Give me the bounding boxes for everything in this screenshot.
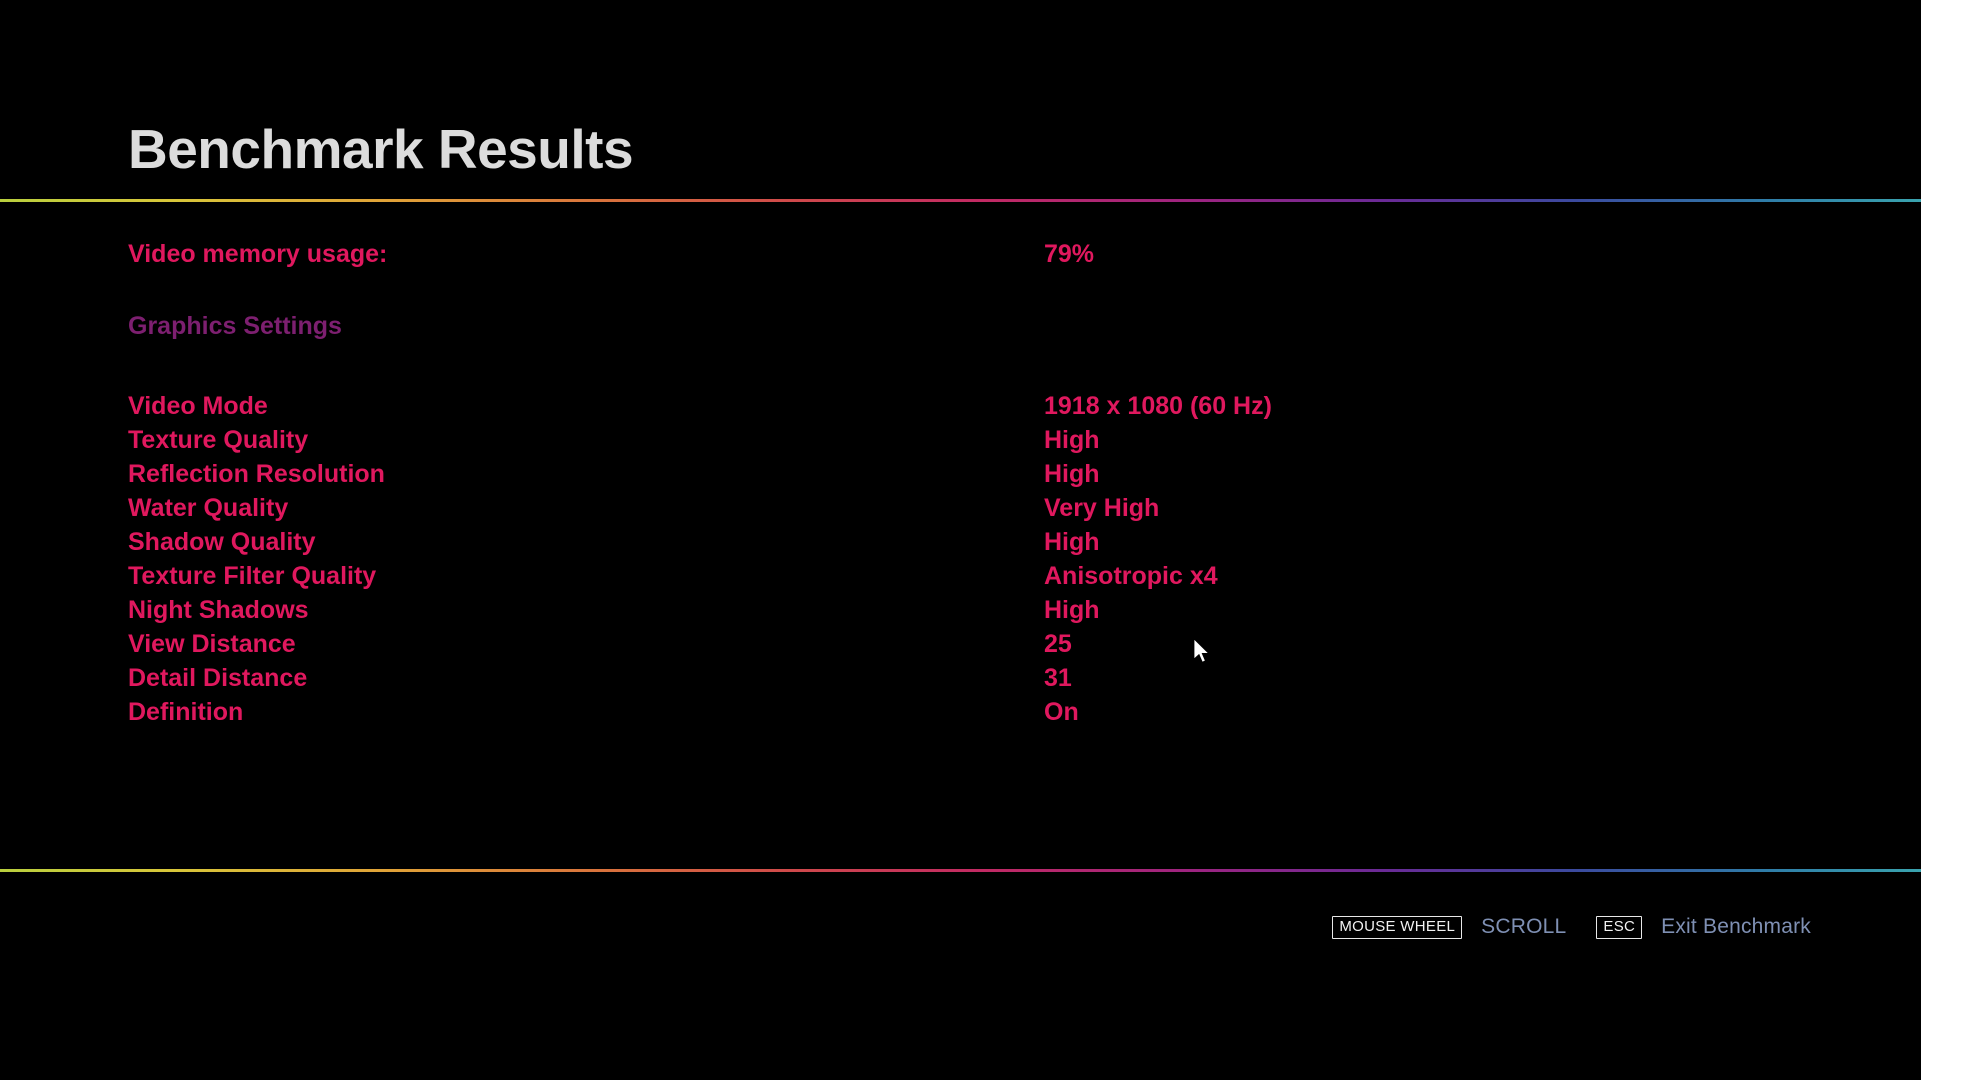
results-panel: Video memory usage: 79% Graphics Setting… [128, 240, 1828, 729]
setting-row: Reflection Resolution High [128, 457, 1828, 491]
setting-label: View Distance [128, 630, 296, 658]
setting-value: Anisotropic x4 [1044, 562, 1218, 590]
setting-value: Very High [1044, 494, 1160, 522]
video-memory-label: Video memory usage: [128, 240, 388, 268]
key-hints: MOUSE WHEEL SCROLL ESC Exit Benchmark [1332, 915, 1811, 939]
hint-scroll[interactable]: MOUSE WHEEL SCROLL [1332, 915, 1566, 939]
setting-label: Reflection Resolution [128, 460, 385, 488]
video-memory-row: Video memory usage: 79% [128, 240, 1828, 269]
setting-label: Night Shadows [128, 596, 309, 624]
hint-action-exit-benchmark: Exit Benchmark [1661, 915, 1811, 938]
divider-top [0, 199, 1921, 202]
footer-hint-bar: MOUSE WHEEL SCROLL ESC Exit Benchmark [0, 915, 1921, 955]
keycap-mouse-wheel: MOUSE WHEEL [1332, 915, 1463, 939]
divider-bottom-gradient [0, 869, 1921, 872]
setting-value: 31 [1044, 664, 1072, 692]
setting-row: Texture Quality High [128, 423, 1828, 457]
setting-row: Night Shadows High [128, 593, 1828, 627]
game-viewport: Benchmark Results Video memory usage: 79… [0, 0, 1921, 1080]
hint-exit-benchmark[interactable]: ESC Exit Benchmark [1596, 915, 1811, 939]
setting-row: Water Quality Very High [128, 491, 1828, 525]
setting-value: High [1044, 460, 1100, 488]
graphics-settings-heading: Graphics Settings [128, 312, 342, 340]
setting-label: Water Quality [128, 494, 289, 522]
setting-value: High [1044, 528, 1100, 556]
setting-value: 1918 x 1080 (60 Hz) [1044, 392, 1272, 420]
setting-row: View Distance 25 [128, 627, 1828, 661]
setting-row: Texture Filter Quality Anisotropic x4 [128, 559, 1828, 593]
page-title: Benchmark Results [128, 118, 634, 180]
setting-label: Video Mode [128, 392, 268, 420]
hint-action-scroll: SCROLL [1481, 915, 1567, 938]
divider-top-gradient [0, 199, 1921, 202]
graphics-settings-list: Video Mode 1918 x 1080 (60 Hz) Texture Q… [128, 389, 1828, 729]
setting-row: Shadow Quality High [128, 525, 1828, 559]
setting-label: Texture Quality [128, 426, 309, 454]
setting-row: Definition On [128, 695, 1828, 729]
keycap-esc: ESC [1596, 915, 1643, 939]
setting-label: Shadow Quality [128, 528, 316, 556]
divider-bottom [0, 869, 1921, 872]
setting-value: On [1044, 698, 1079, 726]
setting-value: High [1044, 426, 1100, 454]
setting-row: Video Mode 1918 x 1080 (60 Hz) [128, 389, 1828, 423]
video-memory-value: 79% [1044, 240, 1095, 268]
setting-value: 25 [1044, 630, 1072, 658]
setting-label: Texture Filter Quality [128, 562, 377, 590]
setting-label: Detail Distance [128, 664, 308, 692]
setting-label: Definition [128, 698, 244, 726]
benchmark-results-screen: Benchmark Results Video memory usage: 79… [0, 0, 1963, 1080]
setting-row: Detail Distance 31 [128, 661, 1828, 695]
setting-value: High [1044, 596, 1100, 624]
